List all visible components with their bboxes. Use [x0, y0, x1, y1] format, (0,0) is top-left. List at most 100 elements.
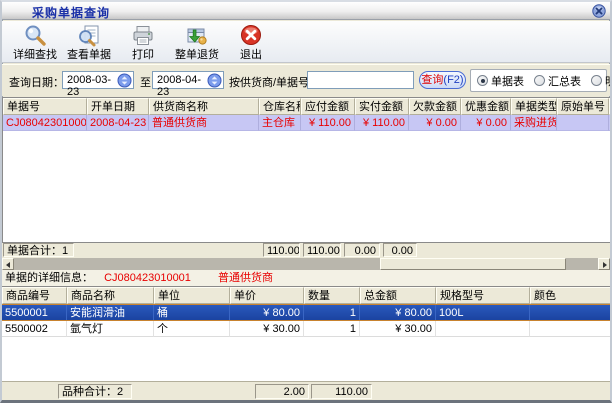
cell-unit: 桶 [154, 305, 230, 320]
toolbar-label: 整单退货 [175, 49, 219, 61]
qty-total: 2.00 [255, 384, 309, 399]
report-type-radio-group: 单据表 汇总表 明细表 [470, 69, 607, 92]
cell-owed: ¥ 0.00 [409, 115, 461, 131]
column-header: 开单日期 [87, 98, 149, 115]
date-to-field[interactable]: 2008-04-23 [152, 71, 224, 89]
cell-item-no: 5500002 [2, 321, 67, 337]
date-from-field[interactable]: 2008-03-23 [62, 71, 134, 89]
column-header: 总金额 [360, 287, 436, 304]
cell-item-no: 5500001 [2, 305, 67, 320]
amount-total: 110.00 [311, 384, 372, 399]
exit-button[interactable]: 退出 [224, 22, 278, 62]
view-document-icon [76, 22, 102, 49]
radio-icon [591, 75, 602, 86]
cell-item-name: 安能润滑油 [67, 305, 154, 320]
cell-price: ¥ 80.00 [230, 305, 304, 320]
date-to-label: 至 [140, 74, 151, 90]
cell-amount: ¥ 80.00 [360, 305, 436, 320]
item-row[interactable]: 5500002 氩气灯 个 ¥ 30.00 1 ¥ 30.00 [2, 321, 610, 337]
cell-color [530, 305, 610, 320]
total-paid: 110.00 [303, 243, 341, 257]
horizontal-scrollbar[interactable] [2, 258, 610, 270]
radio-summary-table[interactable]: 汇总表 [534, 73, 581, 89]
date-range-label: 查询日期： [9, 74, 64, 90]
page-title: 采购单据查询 [32, 4, 110, 21]
detail-doc-no: CJ080423010001 [104, 272, 191, 284]
cell-unit: 个 [154, 321, 230, 337]
column-header: 经办人 [609, 98, 610, 115]
column-header: 单据类型 [511, 98, 557, 115]
column-header: 应付金额 [301, 98, 355, 115]
radio-icon [534, 75, 545, 86]
scrollbar-thumb[interactable] [380, 258, 566, 270]
footer-totals: 品种合计：2 2.00 110.00 [2, 381, 610, 401]
total-owed: 0.00 [344, 243, 380, 257]
cell-amount: ¥ 30.00 [360, 321, 436, 337]
radio-detail-table[interactable]: 明细表 [591, 73, 612, 89]
column-header: 供货商名称 [149, 98, 259, 115]
toolbar-label: 详细查找 [13, 49, 57, 61]
column-header: 数量 [304, 287, 360, 304]
documents-summary-row: 单据合计：1 110.00 110.00 0.00 0.00 [2, 243, 610, 258]
radio-icon [477, 75, 488, 86]
items-grid-header: 商品编号 商品名称 单位 单价 数量 总金额 规格型号 颜色 [2, 287, 610, 304]
toolbar-label: 查看单据 [67, 49, 111, 61]
close-icon[interactable] [592, 4, 606, 18]
cell-qty: 1 [304, 321, 360, 337]
total-payable: 110.00 [263, 243, 300, 257]
column-header: 规格型号 [436, 287, 530, 304]
title-bar: 采购单据查询 [2, 2, 610, 20]
column-header: 欠款金额 [409, 98, 461, 115]
cell-paid: ¥ 110.00 [355, 115, 409, 131]
cell-item-name: 氩气灯 [67, 321, 154, 337]
scroll-right-icon[interactable] [598, 258, 610, 270]
radio-document-table[interactable]: 单据表 [477, 73, 524, 89]
item-row-selected[interactable]: 5500001 安能润滑油 桶 ¥ 80.00 1 ¥ 80.00 100L [2, 304, 610, 321]
toolbar-label: 退出 [240, 49, 262, 61]
items-grid: 商品编号 商品名称 单位 单价 数量 总金额 规格型号 颜色 5500001 安… [2, 286, 610, 381]
date-from-value: 2008-03-23 [67, 74, 111, 98]
cell-color [530, 321, 610, 337]
column-header: 单据号 [3, 98, 87, 115]
printer-icon [130, 22, 156, 49]
toolbar-label: 打印 [132, 49, 154, 61]
print-button[interactable]: 打印 [116, 22, 170, 62]
detail-info-label: 单据的详细信息： [5, 272, 93, 284]
search-input[interactable] [307, 71, 414, 89]
column-header: 颜色 [530, 287, 610, 304]
exit-icon [238, 22, 264, 49]
date-to-value: 2008-04-23 [157, 74, 201, 98]
cell-operator: 小王 [609, 115, 610, 131]
detail-search-button[interactable]: 详细查找 [8, 22, 62, 62]
view-document-button[interactable]: 查看单据 [62, 22, 116, 62]
cell-payable: ¥ 110.00 [301, 115, 355, 131]
documents-total-label: 单据合计：1 [3, 243, 74, 257]
return-order-button[interactable]: 整单退货 [170, 22, 224, 62]
column-header: 商品名称 [67, 287, 154, 304]
total-discount: 0.00 [383, 243, 417, 257]
column-header: 优惠金额 [461, 98, 511, 115]
cell-date: 2008-04-23 [87, 115, 149, 131]
column-header: 实付金额 [355, 98, 409, 115]
detail-info-bar: 单据的详细信息： CJ080423010001 普通供货商 [2, 270, 610, 286]
cell-doc-no: CJ080423010001 [3, 115, 87, 131]
cell-spec [436, 321, 530, 337]
cell-warehouse: 主仓库 [259, 115, 301, 131]
column-header: 原始单号 [557, 98, 609, 115]
cell-qty: 1 [304, 305, 360, 320]
query-button[interactable]: 查询(F2) [419, 71, 466, 89]
variety-total-label: 品种合计：2 [58, 384, 132, 399]
magnifier-icon [22, 22, 48, 49]
date-spinner-icon[interactable] [207, 73, 222, 91]
cell-price: ¥ 30.00 [230, 321, 304, 337]
column-header: 商品编号 [2, 287, 67, 304]
column-header: 单价 [230, 287, 304, 304]
documents-grid: 单据号 开单日期 供货商名称 仓库名称 应付金额 实付金额 欠款金额 优惠金额 … [2, 97, 610, 243]
detail-supplier: 普通供货商 [218, 272, 273, 284]
scroll-left-icon[interactable] [2, 258, 14, 270]
column-header: 单位 [154, 287, 230, 304]
toolbar: 详细查找 查看单据 [2, 21, 610, 63]
purchase-query-window: 采购单据查询 详细查找 [0, 0, 612, 403]
date-spinner-icon[interactable] [117, 73, 132, 91]
table-row[interactable]: CJ080423010001 2008-04-23 普通供货商 主仓库 ¥ 11… [3, 115, 610, 131]
